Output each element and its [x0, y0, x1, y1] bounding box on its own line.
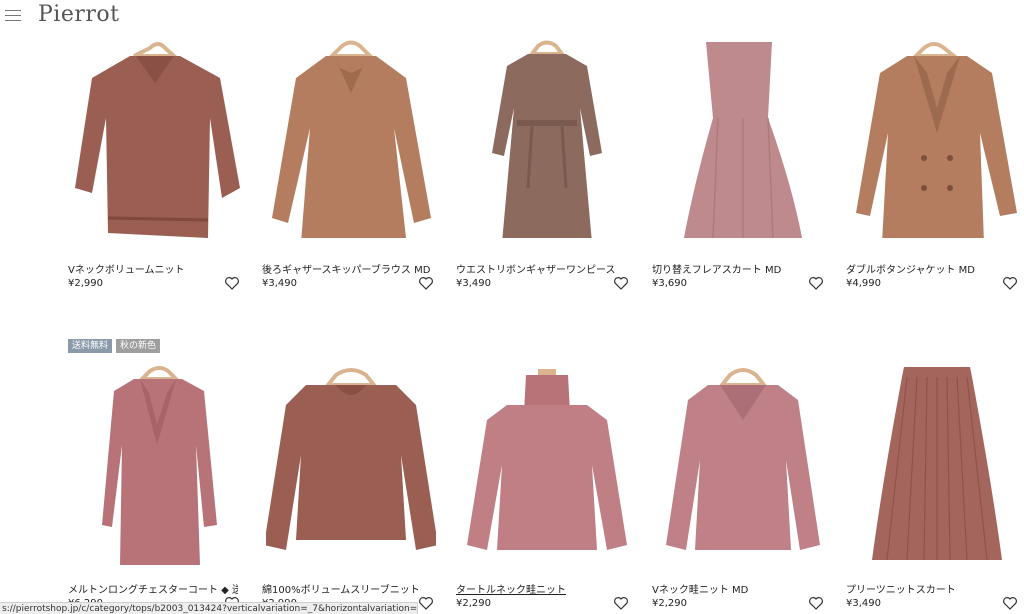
- product-price: ¥3,490: [262, 278, 297, 289]
- product-price: ¥2,290: [456, 598, 491, 609]
- site-logo[interactable]: Pierrot: [38, 2, 119, 27]
- product-image-turtleneck-knit[interactable]: [462, 365, 632, 565]
- product-image-v-neck-rib-knit[interactable]: [658, 365, 828, 565]
- product-name[interactable]: ウエストリボンギャザーワンピース: [456, 261, 626, 276]
- product-image-volume-sleeve-knit[interactable]: [266, 365, 436, 565]
- product-image-double-button-jacket[interactable]: [852, 38, 1022, 238]
- favorite-heart-icon[interactable]: [613, 595, 629, 611]
- product-name[interactable]: Vネックボリュームニット: [68, 261, 238, 276]
- product-name[interactable]: Vネック畦ニット MD: [652, 581, 822, 596]
- favorite-heart-icon[interactable]: [808, 275, 824, 291]
- product-name[interactable]: ダブルボタンジャケット MD: [846, 261, 1016, 276]
- browser-status-url: s://pierrotshop.jp/c/category/tops/b2003…: [0, 602, 418, 614]
- header: Pierrot: [0, 0, 1024, 32]
- product-image-chester-coat[interactable]: [72, 365, 242, 565]
- favorite-heart-icon[interactable]: [224, 275, 240, 291]
- product-image-skipper-blouse[interactable]: [266, 38, 436, 238]
- favorite-heart-icon[interactable]: [1002, 595, 1018, 611]
- product-name[interactable]: メルトンロングチェスターコート ◆ 送…: [68, 581, 238, 596]
- product-price: ¥3,690: [652, 278, 687, 289]
- product-price: ¥3,490: [456, 278, 491, 289]
- product-price: ¥2,990: [68, 278, 103, 289]
- product-image-v-neck-volume-knit[interactable]: [70, 38, 240, 238]
- favorite-heart-icon[interactable]: [1002, 275, 1018, 291]
- free-shipping-badge: 送料無料: [68, 339, 113, 353]
- product-name[interactable]: プリーツニットスカート: [846, 581, 1016, 596]
- hamburger-menu-icon[interactable]: [5, 9, 21, 23]
- product-name[interactable]: 切り替えフレアスカート MD: [652, 261, 822, 276]
- favorite-heart-icon[interactable]: [418, 595, 434, 611]
- product-price: ¥3,490: [846, 598, 881, 609]
- new-color-badge: 秋の新色: [116, 339, 161, 353]
- product-image-ribbon-gather-dress[interactable]: [462, 38, 632, 238]
- favorite-heart-icon[interactable]: [613, 275, 629, 291]
- product-price: ¥2,290: [652, 598, 687, 609]
- favorite-heart-icon[interactable]: [808, 595, 824, 611]
- favorite-heart-icon[interactable]: [418, 275, 434, 291]
- product-image-pleated-knit-skirt[interactable]: [852, 365, 1022, 565]
- product-name[interactable]: 後ろギャザースキッパーブラウス MD: [262, 261, 432, 276]
- product-image-flare-skirt[interactable]: [658, 38, 828, 238]
- product-price: ¥4,990: [846, 278, 881, 289]
- product-name[interactable]: 綿100%ボリュームスリーブニット: [262, 581, 432, 596]
- product-name[interactable]: タートルネック畦ニット: [456, 581, 626, 596]
